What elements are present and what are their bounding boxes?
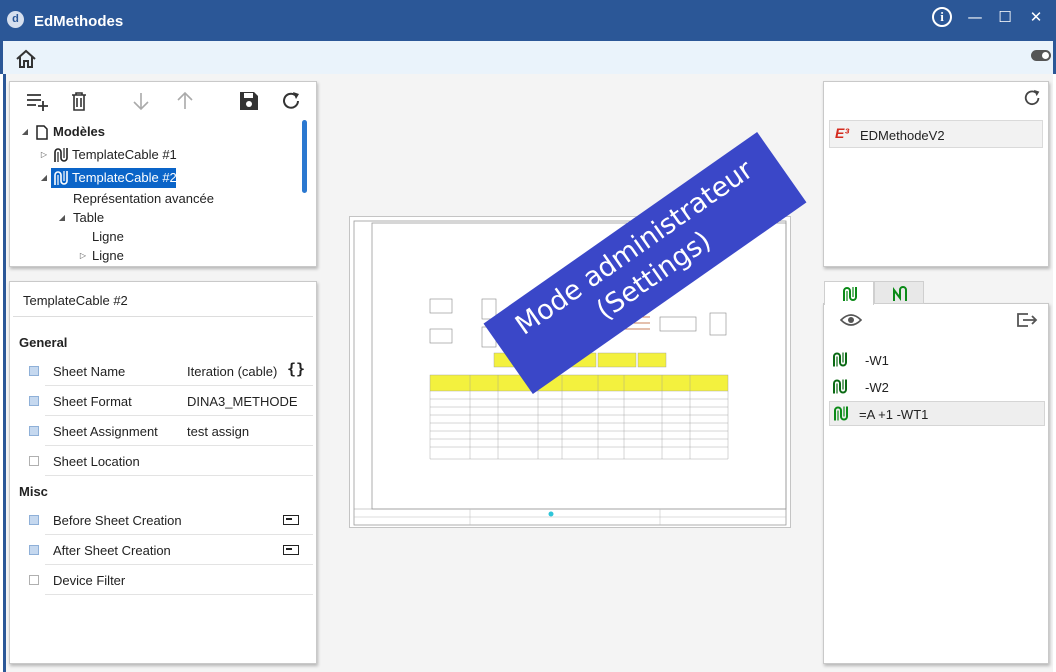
cable-icon: [833, 352, 847, 367]
model-tree-panel: ◢ Modèles ▷ TemplateCable #1 ◢ TemplateC…: [9, 81, 317, 267]
refresh-icon[interactable]: [280, 90, 304, 112]
delete-icon[interactable]: [67, 90, 91, 112]
cable-icon: [843, 287, 857, 301]
e3-logo-icon: E³: [835, 125, 849, 141]
property-value[interactable]: Iteration (cable): [187, 364, 277, 379]
editor-icon[interactable]: [283, 515, 299, 525]
document-icon: [36, 125, 48, 140]
property-sheet-format[interactable]: Sheet Format DINA3_METHODE: [29, 386, 313, 416]
expand-arrow-icon[interactable]: ▷: [78, 246, 88, 266]
cable-icon: [833, 379, 847, 394]
properties-panel: TemplateCable #2 General Sheet Name Iter…: [9, 281, 317, 664]
model-item[interactable]: E³ EDMethodeV2: [829, 120, 1043, 148]
property-name: Before Sheet Creation: [53, 513, 182, 528]
property-value[interactable]: test assign: [187, 424, 249, 439]
move-up-icon[interactable]: [173, 90, 197, 112]
property-type-icon: [29, 396, 39, 406]
tree-root-label: Modèles: [53, 124, 106, 139]
tree-item-representation[interactable]: Représentation avancée: [73, 189, 214, 209]
cable-icon: [834, 406, 848, 421]
property-name: Sheet Assignment: [53, 424, 158, 439]
tree-item-label: Ligne: [92, 248, 124, 263]
eye-icon[interactable]: [840, 312, 862, 328]
cable-icon: [54, 171, 68, 185]
tree-item-label: TemplateCable #1: [72, 147, 177, 162]
save-icon[interactable]: [237, 90, 261, 112]
property-sheet-location[interactable]: Sheet Location: [29, 446, 313, 476]
property-type-icon: [29, 545, 39, 555]
property-type-icon: [29, 515, 39, 525]
title-bar: d EdMethodes i — ☐ ✕: [0, 0, 1056, 41]
tree-item-label: TemplateCable #2: [72, 170, 177, 185]
expand-arrow-icon[interactable]: ▷: [39, 145, 49, 165]
minimize-button[interactable]: —: [961, 6, 989, 30]
property-name: Sheet Name: [53, 364, 126, 379]
property-type-icon: [29, 366, 39, 376]
property-type-icon: [29, 426, 39, 436]
properties-title: TemplateCable #2: [23, 293, 128, 308]
collapse-arrow-icon[interactable]: ◢: [39, 168, 49, 188]
cable-item[interactable]: -W2: [829, 375, 1045, 400]
cable-label: -W1: [865, 353, 889, 368]
add-item-icon[interactable]: [25, 90, 49, 112]
property-before-sheet-creation[interactable]: Before Sheet Creation: [29, 505, 313, 535]
editor-icon[interactable]: [283, 545, 299, 555]
app-logo: d: [7, 11, 24, 28]
property-sheet-assignment[interactable]: Sheet Assignment test assign: [29, 416, 313, 446]
window-title: EdMethodes: [34, 13, 124, 30]
move-down-icon[interactable]: [129, 90, 153, 112]
models-panel: E³ EDMethodeV2: [823, 81, 1049, 267]
top-toolbar: [0, 41, 1056, 74]
tree-item-label: Table: [73, 210, 105, 225]
cables-panel: -W1 -W2 =A +1 -WT1: [823, 281, 1049, 664]
tab-cables[interactable]: [824, 281, 874, 305]
property-device-filter[interactable]: Device Filter: [29, 565, 313, 595]
property-name: Sheet Format: [53, 394, 132, 409]
cable-label: -W2: [865, 380, 889, 395]
tree-item-label: Ligne: [92, 229, 124, 244]
model-name: EDMethodeV2: [860, 128, 945, 143]
property-name: After Sheet Creation: [53, 543, 171, 558]
tree-item-ligne[interactable]: Ligne: [92, 227, 124, 247]
property-value[interactable]: DINA3_METHODE: [187, 394, 298, 409]
property-sheet-name[interactable]: Sheet Name Iteration (cable) {}: [29, 356, 313, 386]
expression-icon[interactable]: {}: [287, 360, 305, 378]
group-misc: Misc: [19, 484, 48, 499]
home-icon[interactable]: [15, 49, 37, 69]
refresh-icon[interactable]: [1022, 88, 1044, 108]
mode-toggle[interactable]: [1031, 50, 1051, 61]
property-name: Sheet Location: [53, 454, 140, 469]
collapse-arrow-icon[interactable]: ◢: [20, 122, 30, 142]
info-icon[interactable]: i: [932, 7, 952, 27]
property-checkbox[interactable]: [29, 456, 39, 466]
tree-item-label: Représentation avancée: [73, 191, 214, 206]
group-general: General: [19, 335, 68, 350]
divider: [13, 316, 313, 317]
maximize-button[interactable]: ☐: [991, 6, 1019, 30]
tab-cable-variants[interactable]: [874, 281, 924, 304]
cable-item[interactable]: -W1: [829, 348, 1045, 373]
tree-scrollbar[interactable]: [302, 120, 307, 193]
export-icon[interactable]: [1016, 311, 1038, 329]
cable-label: =A +1 -WT1: [859, 407, 929, 422]
cable-variant-icon: [893, 286, 907, 301]
property-checkbox[interactable]: [29, 575, 39, 585]
collapse-arrow-icon[interactable]: ◢: [57, 208, 67, 228]
cable-item[interactable]: =A +1 -WT1: [829, 401, 1045, 426]
property-after-sheet-creation[interactable]: After Sheet Creation: [29, 535, 313, 565]
property-name: Device Filter: [53, 573, 126, 588]
cable-icon: [54, 148, 68, 162]
close-button[interactable]: ✕: [1022, 6, 1050, 30]
